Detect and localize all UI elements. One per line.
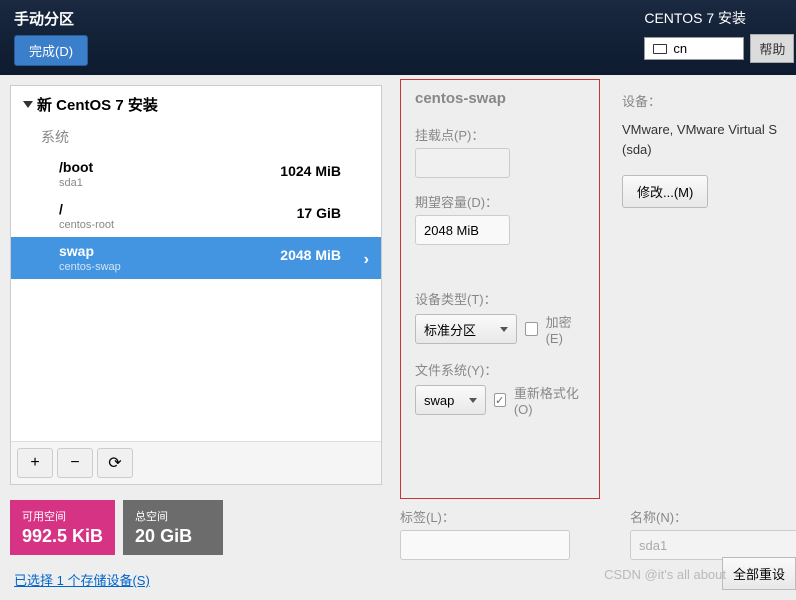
keyboard-selector[interactable]: cn <box>644 37 744 60</box>
device-label: 设备： <box>622 91 792 110</box>
tag-input[interactable] <box>400 530 570 560</box>
modify-button[interactable]: 修改...(M) <box>622 175 708 208</box>
mount-input[interactable] <box>415 148 510 178</box>
reload-button[interactable]: ⟳ <box>97 448 133 478</box>
add-partition-button[interactable]: + <box>17 448 53 478</box>
install-title: CENTOS 7 安装 <box>644 8 796 28</box>
space-stats: 可用空间 992.5 KiB 总空间 20 GiB <box>10 500 223 555</box>
fs-label: 文件系统(Y)： <box>415 360 585 379</box>
devtype-select[interactable]: 标准分区 <box>415 314 517 344</box>
capacity-label: 期望容量(D)： <box>415 192 585 211</box>
devtype-label: 设备类型(T)： <box>415 289 585 308</box>
chevron-down-icon <box>500 327 508 332</box>
top-bar: 手动分区 完成(D) CENTOS 7 安装 cn 帮助 <box>0 0 796 75</box>
detail-panel: centos-swap 挂载点(P)： 期望容量(D)： 设备类型(T)： 标准… <box>382 75 796 600</box>
keyboard-icon <box>653 44 667 54</box>
encrypt-checkbox[interactable] <box>525 322 538 336</box>
partition-size: 17 GiB <box>297 205 341 221</box>
devtype-value: 标准分区 <box>424 320 476 339</box>
topbar-right: CENTOS 7 安装 cn 帮助 <box>644 8 796 63</box>
done-button[interactable]: 完成(D) <box>14 35 88 66</box>
avail-label: 可用空间 <box>22 508 103 524</box>
lang-code: cn <box>673 41 687 56</box>
fs-select[interactable]: swap <box>415 385 486 415</box>
device-text-1: VMware, VMware Virtual S <box>622 120 792 140</box>
avail-value: 992.5 KiB <box>22 526 103 547</box>
storage-devices-link[interactable]: 已选择 1 个存储设备(S) <box>14 570 150 589</box>
reset-all-button[interactable]: 全部重设 <box>722 557 796 590</box>
partition-size: 2048 MiB <box>280 247 341 263</box>
partition-row[interactable]: / centos-root 17 GiB <box>11 195 381 237</box>
install-header-label: 新 CentOS 7 安装 <box>37 94 158 115</box>
tag-label: 标签(L)： <box>400 507 580 526</box>
device-area: 设备： VMware, VMware Virtual S (sda) 修改...… <box>622 91 792 208</box>
encrypt-label: 加密(E) <box>546 312 585 346</box>
fs-value: swap <box>424 393 454 408</box>
mount-label: 挂载点(P)： <box>415 125 585 144</box>
partition-row[interactable]: /boot sda1 1024 MiB <box>11 153 381 195</box>
install-header[interactable]: 新 CentOS 7 安装 <box>11 86 381 123</box>
expand-icon <box>23 101 33 108</box>
available-space-box: 可用空间 992.5 KiB <box>10 500 115 555</box>
chevron-down-icon <box>469 398 477 403</box>
detail-title: centos-swap <box>415 90 585 107</box>
partition-list-panel: 新 CentOS 7 安装 系统 /boot sda1 1024 MiB / c… <box>10 85 382 485</box>
reformat-label: 重新格式化(O) <box>514 383 585 417</box>
highlighted-settings: centos-swap 挂载点(P)： 期望容量(D)： 设备类型(T)： 标准… <box>400 79 600 499</box>
system-section-label: 系统 <box>11 123 381 153</box>
total-space-box: 总空间 20 GiB <box>123 500 223 555</box>
total-value: 20 GiB <box>135 526 211 547</box>
name-input[interactable] <box>630 530 796 560</box>
name-label: 名称(N)： <box>630 507 796 526</box>
partition-row[interactable]: swap centos-swap 2048 MiB › <box>11 237 381 279</box>
capacity-input[interactable] <box>415 215 510 245</box>
chevron-right-icon: › <box>364 251 369 269</box>
bottom-fields: 标签(L)： 名称(N)： <box>400 507 796 560</box>
reformat-checkbox[interactable] <box>494 393 506 407</box>
total-label: 总空间 <box>135 508 211 524</box>
device-text-2: (sda) <box>622 140 792 160</box>
help-button[interactable]: 帮助 <box>750 34 794 63</box>
partition-toolbar: + − ⟳ <box>11 441 381 484</box>
partition-size: 1024 MiB <box>280 163 341 179</box>
remove-partition-button[interactable]: − <box>57 448 93 478</box>
